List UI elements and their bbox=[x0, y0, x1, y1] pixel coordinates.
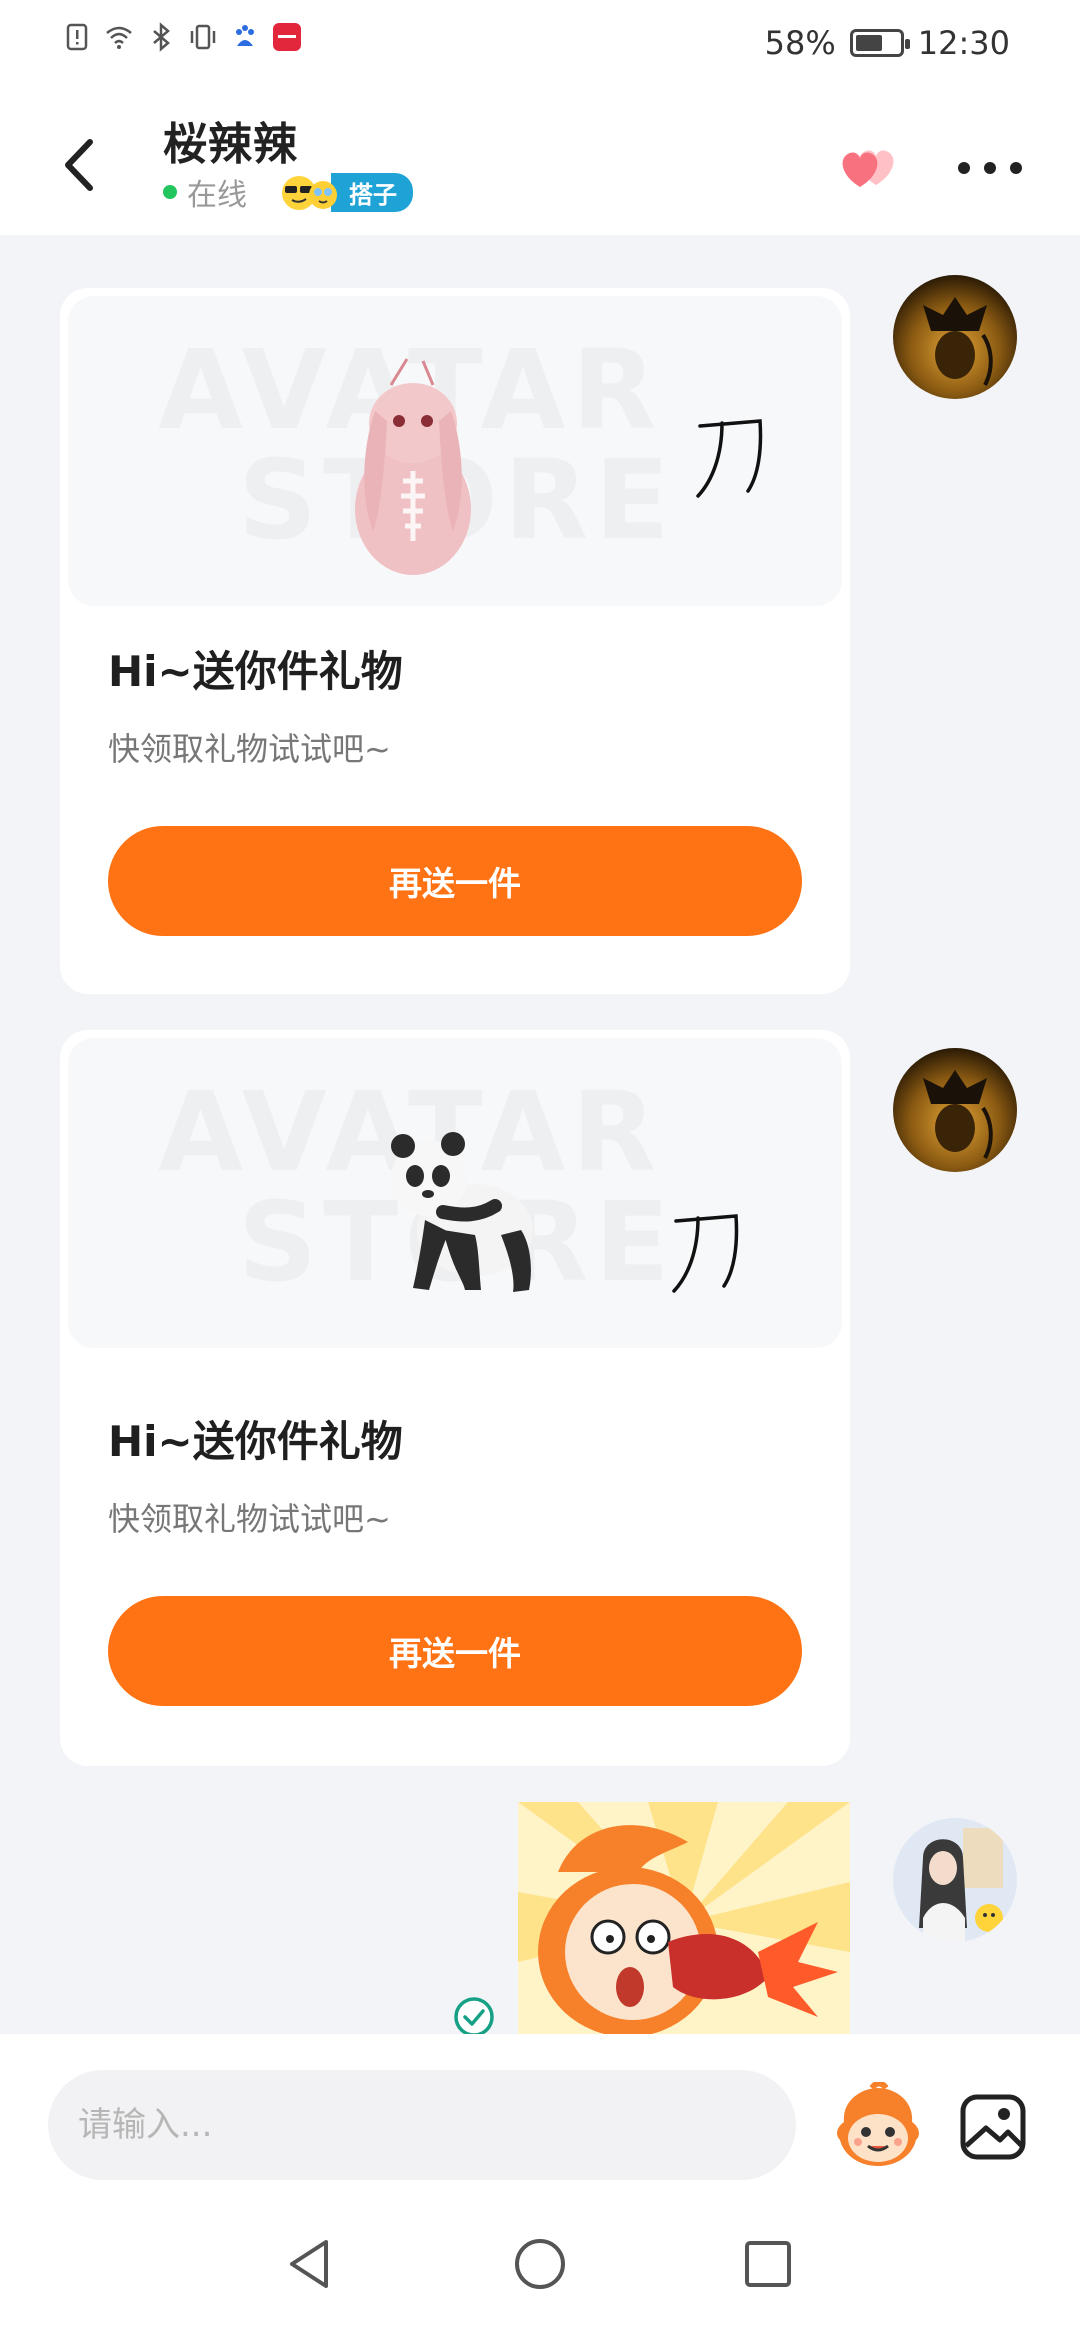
intimacy-button[interactable] bbox=[828, 135, 908, 195]
image-icon bbox=[960, 2094, 1026, 2160]
sender-avatar[interactable] bbox=[893, 275, 1017, 399]
status-right: 58% 12:30 bbox=[765, 24, 1010, 62]
bunny-plush-image bbox=[355, 358, 471, 575]
baidu-icon bbox=[236, 25, 254, 46]
cartoon-punch-sticker bbox=[518, 1802, 850, 2034]
send-another-button[interactable]: 再送一件 bbox=[108, 1596, 802, 1706]
gift-message-card[interactable]: AVATAR STORE Hi~送你件礼物 快领取礼物试试吧~ 再送一件 bbox=[60, 1030, 850, 1766]
dark-avatar-image bbox=[893, 1048, 1017, 1172]
read-check-icon bbox=[454, 1997, 494, 2037]
nav-home-button[interactable] bbox=[510, 2234, 570, 2294]
input-bar bbox=[0, 2034, 1080, 2194]
more-options-button[interactable] bbox=[950, 150, 1030, 190]
more-dots-icon bbox=[958, 162, 970, 174]
badge-label: 搭子 bbox=[331, 172, 413, 212]
system-nav-bar bbox=[0, 2194, 1080, 2340]
nav-recents-button[interactable] bbox=[738, 2234, 798, 2294]
battery-icon bbox=[849, 29, 910, 57]
sticker-message[interactable] bbox=[518, 1802, 850, 2034]
dark-avatar-image bbox=[893, 275, 1017, 399]
user-photo-avatar bbox=[893, 1818, 1017, 1942]
square-recents-icon bbox=[745, 2241, 791, 2287]
gift-image-area: AVATAR STORE bbox=[68, 296, 842, 606]
xiaohongshu-app-icon bbox=[273, 23, 301, 51]
status-bar: 58% 12:30 bbox=[0, 0, 1080, 90]
sticker-button[interactable] bbox=[832, 2080, 924, 2170]
triangle-back-icon bbox=[290, 2240, 328, 2288]
bluetooth-icon bbox=[153, 22, 170, 52]
contact-name: 桜辣辣 bbox=[163, 119, 298, 170]
online-status: 在线 搭子 bbox=[163, 170, 413, 214]
emoji-faces-icon bbox=[282, 176, 337, 210]
handwriting-doodle bbox=[672, 1214, 739, 1293]
gift-title: Hi~送你件礼物 bbox=[108, 1417, 403, 1466]
online-dot bbox=[163, 185, 177, 199]
gift-title: Hi~送你件礼物 bbox=[108, 647, 403, 696]
clock: 12:30 bbox=[917, 24, 1010, 62]
back-button[interactable] bbox=[50, 128, 110, 198]
partner-badge[interactable]: 搭子 bbox=[277, 172, 413, 212]
chevron-left-icon bbox=[65, 139, 93, 191]
hearts-icon bbox=[842, 150, 894, 187]
gift-message-card[interactable]: AVATAR STORE Hi~送你件礼物 快领取礼物试试吧~ 再送一件 bbox=[60, 288, 850, 994]
vibrate-icon bbox=[190, 24, 216, 50]
battery-percent: 58% bbox=[764, 24, 836, 62]
gift-image-area: AVATAR STORE bbox=[68, 1038, 842, 1348]
handwriting-doodle bbox=[696, 419, 763, 498]
gift-subtitle: 快领取礼物试试吧~ bbox=[108, 730, 391, 768]
my-avatar[interactable] bbox=[893, 1818, 1017, 1942]
message-input[interactable] bbox=[48, 2070, 796, 2180]
chat-header: 桜辣辣 在线 搭子 bbox=[0, 90, 1080, 235]
online-label: 在线 bbox=[187, 178, 247, 213]
sender-avatar[interactable] bbox=[893, 1048, 1017, 1172]
status-icons bbox=[62, 22, 302, 52]
wifi-icon bbox=[106, 26, 132, 49]
gift-subtitle: 快领取礼物试试吧~ bbox=[108, 1500, 391, 1538]
mascot-face-icon bbox=[837, 2080, 919, 2166]
nav-back-button[interactable] bbox=[280, 2234, 340, 2294]
notification-icon bbox=[66, 23, 88, 51]
send-another-button[interactable]: 再送一件 bbox=[108, 826, 802, 936]
circle-home-icon bbox=[515, 2239, 565, 2289]
image-picker-button[interactable] bbox=[958, 2092, 1028, 2162]
panda-image bbox=[391, 1132, 533, 1292]
